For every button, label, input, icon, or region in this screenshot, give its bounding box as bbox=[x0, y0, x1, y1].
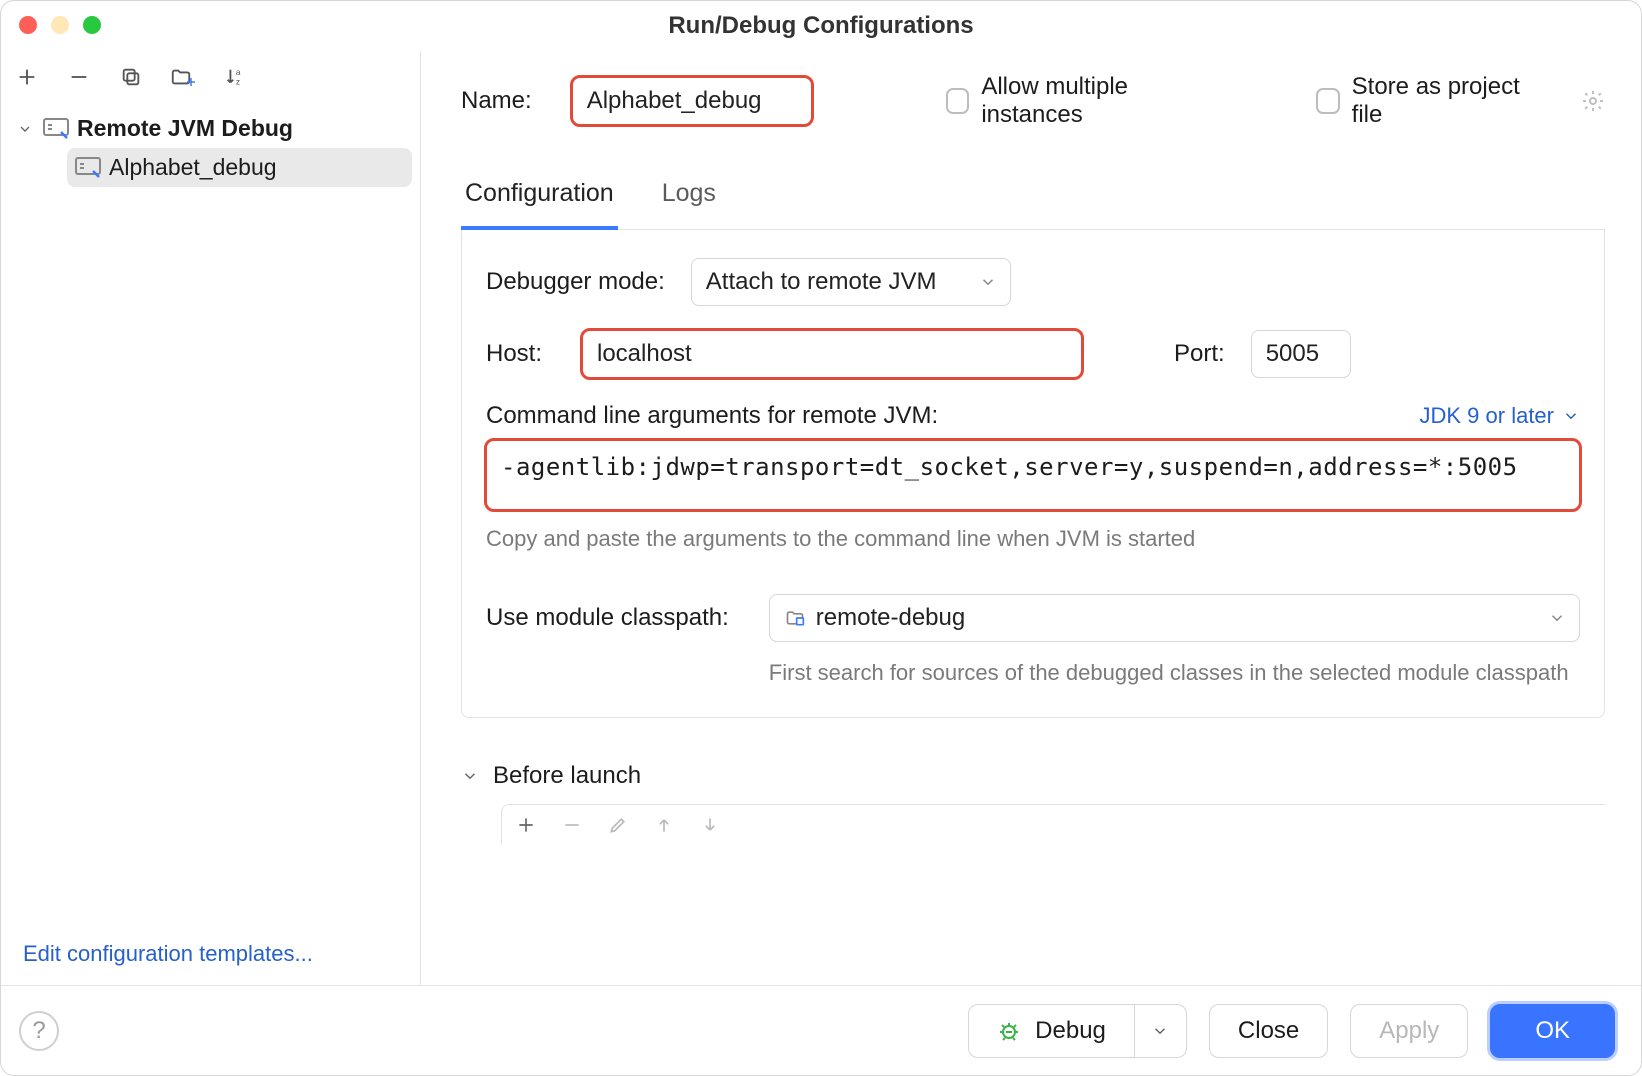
module-classpath-value: remote-debug bbox=[816, 604, 965, 632]
gear-icon[interactable] bbox=[1581, 89, 1605, 113]
before-launch-toolbar bbox=[501, 804, 1605, 845]
name-label: Name: bbox=[461, 87, 532, 115]
tabs: Configuration Logs bbox=[461, 169, 1605, 230]
allow-multiple-label: Allow multiple instances bbox=[981, 73, 1209, 129]
remote-debug-icon bbox=[43, 118, 69, 140]
cmd-args-field[interactable]: -agentlib:jdwp=transport=dt_socket,serve… bbox=[486, 440, 1580, 510]
before-launch-section: Before launch bbox=[461, 762, 1605, 845]
checkbox-icon bbox=[946, 88, 970, 114]
debugger-mode-label: Debugger mode: bbox=[486, 268, 665, 296]
config-tree: Remote JVM Debug Alphabet_debug bbox=[1, 105, 420, 191]
checkbox-icon bbox=[1316, 88, 1340, 114]
add-icon[interactable] bbox=[516, 815, 536, 835]
chevron-down-icon bbox=[1562, 407, 1580, 425]
module-icon bbox=[784, 608, 806, 628]
debugger-mode-select[interactable] bbox=[691, 258, 1011, 306]
allow-multiple-checkbox[interactable]: Allow multiple instances bbox=[946, 73, 1209, 129]
content-pane: Name: Allow multiple instances Store as … bbox=[421, 51, 1641, 985]
configuration-panel: Debugger mode: Host: Port: Command line … bbox=[461, 230, 1605, 718]
help-button[interactable]: ? bbox=[19, 1011, 59, 1051]
add-icon[interactable] bbox=[13, 63, 41, 91]
close-button[interactable]: Close bbox=[1209, 1004, 1328, 1058]
tree-group-remote-jvm[interactable]: Remote JVM Debug bbox=[9, 109, 412, 148]
remote-debug-icon bbox=[75, 157, 101, 179]
ok-button[interactable]: OK bbox=[1490, 1004, 1615, 1058]
remove-icon[interactable] bbox=[65, 63, 93, 91]
tab-logs[interactable]: Logs bbox=[658, 169, 720, 229]
bug-icon bbox=[997, 1019, 1021, 1043]
copy-icon[interactable] bbox=[117, 63, 145, 91]
apply-button: Apply bbox=[1350, 1004, 1468, 1058]
close-button-label: Close bbox=[1238, 1017, 1299, 1045]
move-up-icon bbox=[654, 815, 674, 835]
remove-icon bbox=[562, 815, 582, 835]
cmd-args-hint: Copy and paste the arguments to the comm… bbox=[486, 526, 1580, 552]
window-controls bbox=[19, 16, 101, 34]
debugger-mode-value[interactable] bbox=[691, 258, 1011, 306]
name-input[interactable] bbox=[572, 77, 812, 125]
tree-item-label: Alphabet_debug bbox=[109, 154, 277, 181]
minimize-window-icon[interactable] bbox=[51, 16, 69, 34]
sidebar: az Remote JVM Debug Alphabet_debug Edit … bbox=[1, 51, 421, 985]
debug-dropdown[interactable] bbox=[1135, 1004, 1187, 1058]
host-label: Host: bbox=[486, 340, 556, 368]
jdk-version-label: JDK 9 or later bbox=[1420, 403, 1555, 429]
window-title: Run/Debug Configurations bbox=[668, 12, 973, 40]
sidebar-toolbar: az bbox=[1, 59, 420, 105]
chevron-down-icon bbox=[461, 767, 479, 785]
debug-split-button: Debug bbox=[968, 1004, 1187, 1058]
zoom-window-icon[interactable] bbox=[83, 16, 101, 34]
module-classpath-select[interactable]: remote-debug bbox=[769, 594, 1580, 642]
debug-button-label: Debug bbox=[1035, 1017, 1106, 1045]
edit-icon bbox=[608, 815, 628, 835]
titlebar: Run/Debug Configurations bbox=[1, 1, 1641, 51]
chevron-down-icon bbox=[1151, 1022, 1169, 1040]
module-classpath-hint: First search for sources of the debugged… bbox=[769, 656, 1580, 689]
store-project-label: Store as project file bbox=[1352, 73, 1535, 129]
edit-templates-link[interactable]: Edit configuration templates... bbox=[23, 941, 313, 966]
debug-button[interactable]: Debug bbox=[968, 1004, 1135, 1058]
cmd-args-value: -agentlib:jdwp=transport=dt_socket,serve… bbox=[501, 453, 1518, 481]
cmd-args-label: Command line arguments for remote JVM: bbox=[486, 402, 938, 430]
port-input[interactable] bbox=[1251, 330, 1351, 378]
store-project-checkbox[interactable]: Store as project file bbox=[1316, 73, 1535, 129]
sort-az-icon[interactable]: az bbox=[221, 63, 249, 91]
tree-group-label: Remote JVM Debug bbox=[77, 115, 293, 142]
svg-text:z: z bbox=[236, 77, 240, 86]
ok-button-label: OK bbox=[1535, 1017, 1570, 1045]
apply-button-label: Apply bbox=[1379, 1017, 1439, 1045]
save-to-folder-icon[interactable] bbox=[169, 63, 197, 91]
port-label: Port: bbox=[1174, 340, 1225, 368]
module-classpath-label: Use module classpath: bbox=[486, 594, 729, 632]
before-launch-title: Before launch bbox=[493, 762, 641, 790]
jdk-version-select[interactable]: JDK 9 or later bbox=[1420, 403, 1581, 429]
chevron-down-icon bbox=[17, 121, 35, 137]
close-window-icon[interactable] bbox=[19, 16, 37, 34]
svg-text:a: a bbox=[236, 68, 241, 77]
tab-configuration[interactable]: Configuration bbox=[461, 169, 618, 230]
before-launch-toggle[interactable]: Before launch bbox=[461, 762, 1605, 790]
tree-item-alphabet-debug[interactable]: Alphabet_debug bbox=[67, 148, 412, 187]
move-down-icon bbox=[700, 815, 720, 835]
host-input[interactable] bbox=[582, 330, 1082, 378]
dialog-footer: ? Debug Close Apply OK bbox=[1, 985, 1641, 1075]
